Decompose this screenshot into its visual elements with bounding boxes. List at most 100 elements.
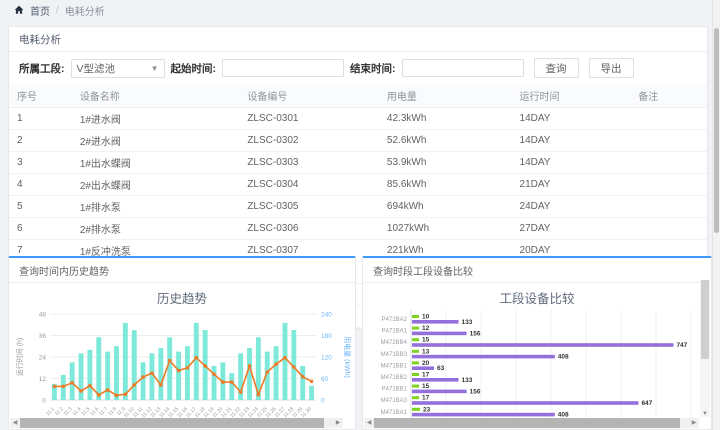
svg-text:17: 17 [422, 395, 430, 402]
end-time-label: 结束时间: [350, 61, 396, 76]
column-header: 序号 [9, 84, 72, 108]
svg-text:P471BA2: P471BA2 [382, 317, 408, 323]
compare-hscrollbar[interactable]: ◀ ▶ [364, 418, 699, 428]
table-cell [630, 130, 707, 152]
svg-text:133: 133 [462, 319, 473, 326]
table-cell: 3 [9, 152, 72, 174]
table-cell [630, 174, 707, 196]
trend-hscroll-thumb[interactable] [20, 418, 324, 428]
compare-vscrollbar[interactable]: ▼ [700, 280, 710, 417]
svg-text:M471BA1: M471BA1 [381, 410, 408, 416]
column-header: 设备编号 [239, 84, 379, 108]
start-time-input[interactable] [222, 59, 344, 77]
chevron-down-icon: ▼ [151, 64, 159, 73]
table-cell: 1027kWh [379, 218, 512, 240]
table-row: 51#排水泵ZLSC-0305694kWh24DAY [9, 196, 707, 218]
top-navbar: 首页 / 电耗分析 [0, 0, 720, 20]
table-cell: 14DAY [512, 130, 631, 152]
table-cell: 53.9kWh [379, 152, 512, 174]
table-cell [630, 196, 707, 218]
home-icon[interactable] [14, 5, 24, 15]
svg-text:156: 156 [470, 388, 481, 395]
table-cell: 1#排水泵 [72, 196, 240, 218]
trend-hscrollbar[interactable]: ◀ ▶ [10, 418, 343, 428]
scroll-right-icon[interactable]: ▶ [333, 418, 343, 428]
export-button[interactable]: 导出 [589, 58, 634, 78]
table-cell: 52.6kWh [379, 130, 512, 152]
end-time-input[interactable] [402, 59, 524, 77]
page-vscrollbar[interactable] [712, 0, 720, 430]
svg-text:13: 13 [422, 348, 430, 355]
svg-text:P471BB1: P471BB1 [382, 387, 408, 393]
table-cell: 1#进水阀 [72, 108, 240, 130]
page-title: 电耗分析 [9, 27, 707, 52]
section-compare-card: 查询时段工段设备比较 工段设备比较 P471BA210133P471BA1121… [362, 256, 712, 430]
svg-text:647: 647 [641, 400, 652, 407]
table-cell: 85.6kWh [379, 174, 512, 196]
svg-text:用电量 (kWh): 用电量 (kWh) [343, 336, 352, 378]
column-header: 运行时间 [512, 84, 631, 108]
table-cell: 1 [9, 108, 72, 130]
svg-text:运行时间 (h): 运行时间 (h) [15, 338, 24, 377]
scroll-left-icon[interactable]: ◀ [10, 418, 20, 428]
table-row: 42#出水蝶阀ZLSC-030485.6kWh21DAY [9, 174, 707, 196]
table-cell: 2#进水阀 [72, 130, 240, 152]
power-table-head: 序号设备名称设备编号用电量运行时间备注 [9, 84, 707, 108]
svg-text:36: 36 [39, 333, 47, 340]
table-cell: ZLSC-0306 [239, 218, 379, 240]
svg-text:747: 747 [676, 342, 687, 349]
section-select[interactable]: V型滤池 ▼ [71, 59, 165, 78]
start-time-label: 起始时间: [171, 61, 217, 76]
scroll-left-icon[interactable]: ◀ [364, 418, 374, 428]
svg-text:408: 408 [558, 354, 569, 361]
page-vscroll-thumb[interactable] [714, 28, 719, 233]
svg-text:24: 24 [39, 355, 47, 362]
svg-text:12: 12 [422, 325, 430, 332]
history-trend-title: 历史趋势 [9, 283, 355, 308]
table-cell: 4 [9, 174, 72, 196]
section-compare-header: 查询时段工段设备比较 [363, 258, 711, 283]
svg-text:17: 17 [422, 372, 430, 379]
table-cell [630, 108, 707, 130]
svg-text:63: 63 [437, 365, 445, 372]
svg-text:M472BB4: M472BB4 [381, 340, 408, 346]
table-cell: 14DAY [512, 152, 631, 174]
svg-text:180: 180 [321, 333, 332, 340]
compare-hscroll-thumb[interactable] [374, 418, 680, 428]
table-cell: 2#出水蝶阀 [72, 174, 240, 196]
table-cell [630, 152, 707, 174]
column-header: 设备名称 [72, 84, 240, 108]
svg-text:23: 23 [423, 406, 431, 413]
table-cell: ZLSC-0302 [239, 130, 379, 152]
table-cell: 21DAY [512, 174, 631, 196]
section-label: 所属工段: [19, 61, 65, 76]
section-compare-chart: P471BA210133P471BA112156M472BB415747M471… [365, 308, 709, 426]
table-cell: 5 [9, 196, 72, 218]
table-cell: 6 [9, 218, 72, 240]
table-cell: ZLSC-0304 [239, 174, 379, 196]
svg-text:48: 48 [39, 312, 47, 319]
table-cell: 2#排水泵 [72, 218, 240, 240]
compare-vscroll-thumb[interactable] [701, 280, 709, 359]
table-cell: 1#出水蝶阀 [72, 152, 240, 174]
svg-text:M471BB1: M471BB1 [381, 363, 408, 369]
section-select-value: V型滤池 [77, 61, 116, 76]
table-cell: 2 [9, 130, 72, 152]
table-row: 22#进水阀ZLSC-030252.6kWh14DAY [9, 130, 707, 152]
svg-text:12: 12 [39, 376, 47, 383]
breadcrumb-home[interactable]: 首页 [30, 3, 50, 18]
history-trend-card: 查询时间内历史趋势 历史趋势 012243648060120180240运行时间… [8, 256, 356, 430]
filter-toolbar: 所属工段: V型滤池 ▼ 起始时间: 结束时间: 查询 导出 [9, 52, 707, 84]
svg-text:20: 20 [422, 360, 430, 367]
scroll-right-icon[interactable]: ▶ [689, 418, 699, 428]
svg-text:120: 120 [321, 355, 332, 362]
scroll-down-icon[interactable]: ▼ [700, 411, 710, 417]
table-cell: 694kWh [379, 196, 512, 218]
table-cell: 27DAY [512, 218, 631, 240]
query-button[interactable]: 查询 [534, 58, 579, 78]
svg-text:M471BB3: M471BB3 [381, 352, 408, 358]
svg-text:10: 10 [422, 314, 430, 321]
column-header: 用电量 [379, 84, 512, 108]
table-cell: ZLSC-0305 [239, 196, 379, 218]
history-trend-header: 查询时间内历史趋势 [9, 258, 355, 283]
